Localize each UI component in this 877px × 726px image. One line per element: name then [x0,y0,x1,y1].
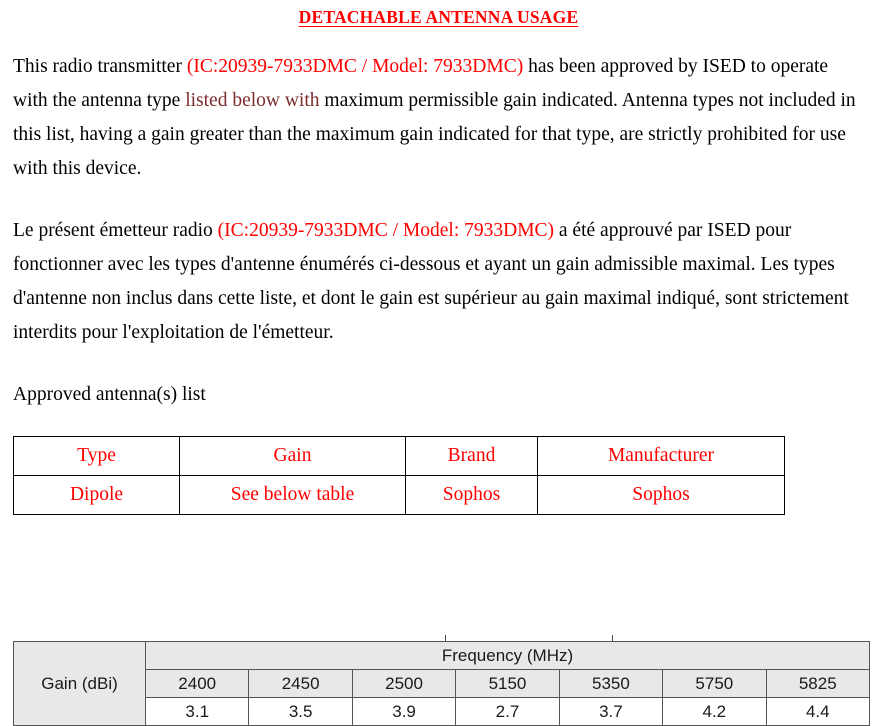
gain-value-cell-5825: 4.4 [765,697,871,726]
gain-value-cell-2500: 3.9 [351,697,457,726]
approved-antenna-list-label: Approved antenna(s) list [13,384,206,405]
gain-value-cell-2450: 3.5 [248,697,353,726]
header-cell-brand: Brand [405,436,538,476]
gain-dbi-label-cell: Gain (dBi) [13,641,146,726]
cell-gain: See below table [179,475,406,515]
ic-model-identifier-en: (IC:20939-7933DMC / Model: 7933DMC) [186,56,524,77]
table-tick-mark-right [612,635,614,641]
paragraph-english: This radio transmitter (IC:20939-7933DMC… [13,50,864,186]
paragraph-english-part1: This radio transmitter [13,56,187,77]
frequency-cell-2450: 2450 [248,669,353,698]
frequency-cell-5750: 5750 [662,669,767,698]
frequency-cell-2400: 2400 [144,669,250,698]
frequency-cell-5350: 5350 [558,669,664,698]
cell-manufacturer: Sophos [537,475,785,515]
gain-frequency-table: Gain (dBi) Frequency (MHz) 2400 2450 250… [13,641,871,726]
page-title: DETACHABLE ANTENNA USAGE [298,7,579,27]
header-cell-gain: Gain [179,436,406,476]
gain-value-cell-5750: 4.2 [662,697,767,726]
table-tick-mark-left [445,635,447,641]
header-cell-manufacturer: Manufacturer [537,436,785,476]
frequency-cell-2500: 2500 [351,669,457,698]
paragraph-french-part1: Le présent émetteur radio [13,220,218,241]
gain-frequency-table-wrapper: Gain (dBi) Frequency (MHz) 2400 2450 250… [13,635,871,726]
cell-type: Dipole [13,475,180,515]
document-page: DETACHABLE ANTENNA USAGE This radio tran… [0,5,877,726]
paragraph-french: Le présent émetteur radio (IC:20939-7933… [13,214,864,350]
approved-antenna-table: Type Gain Brand Manufacturer Dipole See … [13,436,785,515]
gain-value-cell-2400: 3.1 [144,697,250,726]
gain-value-cell-5150: 2.7 [455,697,560,726]
frequency-mhz-header-cell: Frequency (MHz) [145,641,870,670]
table-header-row: Type Gain Brand Manufacturer [13,436,785,476]
gain-table-row-frequency-header: Gain (dBi) Frequency (MHz) [13,641,870,726]
gain-value-cell-5350: 3.7 [558,697,664,726]
header-cell-type: Type [13,436,180,476]
table-row: Dipole See below table Sophos Sophos [13,475,785,515]
listed-below-phrase: listed below with [185,90,320,111]
frequency-cell-5150: 5150 [455,669,560,698]
cell-brand: Sophos [405,475,538,515]
ic-model-identifier-fr: (IC:20939-7933DMC / Model: 7933DMC) [217,220,555,241]
frequency-cell-5825: 5825 [765,669,871,698]
